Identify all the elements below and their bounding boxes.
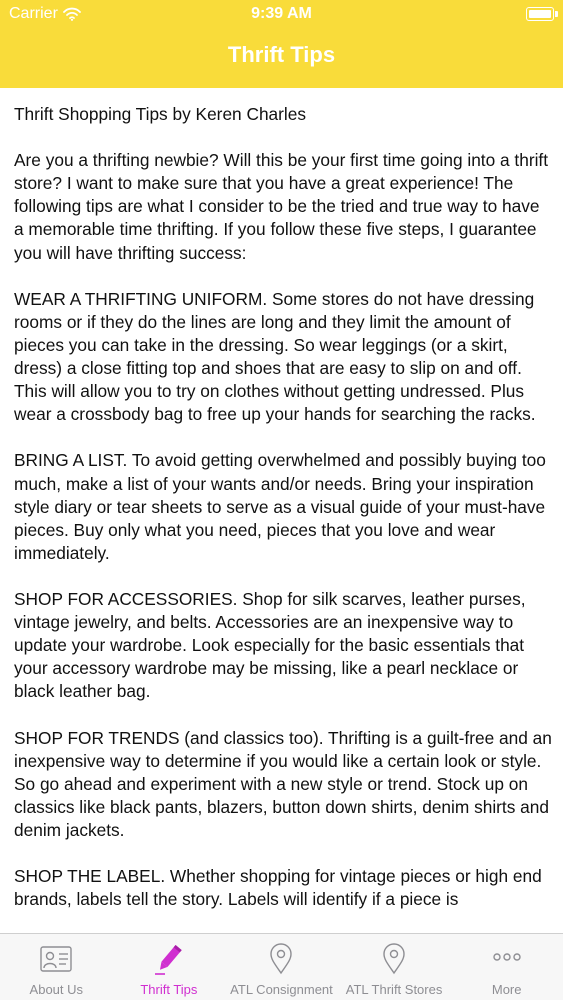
tab-atl-consignment[interactable]: ATL Consignment: [225, 934, 338, 1000]
tips-text-view[interactable]: Thrift Shopping Tips by Keren Charles Ar…: [14, 103, 552, 933]
page-title: Thrift Tips: [227, 42, 336, 67]
more-dots-icon: [492, 953, 521, 961]
map-pin-icon: [270, 943, 293, 975]
article-title: Thrift Shopping Tips by Keren Charles: [14, 104, 307, 124]
tip-paragraph-uniform: WEAR A THRIFTING UNIFORM. Some stores do…: [14, 288, 536, 425]
status-time: 9:39 AM: [251, 5, 312, 22]
tab-thrift-tips[interactable]: Thrift Tips: [113, 934, 226, 1000]
tip-paragraph-list: BRING A LIST. To avoid getting overwhelm…: [14, 450, 546, 563]
battery-icon: [526, 7, 558, 21]
pencil-icon: [154, 944, 182, 975]
tip-paragraph-label: SHOP THE LABEL. Whether shopping for vin…: [14, 866, 542, 910]
tab-more[interactable]: More: [450, 934, 563, 1000]
tab-label-more: More: [491, 982, 522, 997]
status-bar: Carrier 9:39 AM: [0, 0, 563, 30]
tip-paragraph-accessories: SHOP FOR ACCESSORIES. Shop for silk scar…: [14, 588, 526, 702]
tab-bar: About Us Thrift Tips ATL Consignment ATL…: [0, 933, 563, 1000]
navigation-header: Carrier 9:39 AM Thrift Tips: [0, 0, 563, 88]
tab-about-us[interactable]: About Us: [0, 934, 113, 1000]
tip-paragraph-trends: SHOP FOR TRENDS (and classics too). Thri…: [14, 727, 552, 840]
map-pin-icon: [383, 943, 405, 975]
intro-paragraph: Are you a thrifting newbie? Will this be…: [14, 150, 549, 263]
tab-atl-thrift-stores[interactable]: ATL Thrift Stores: [338, 934, 451, 1000]
contact-card-icon: [40, 946, 72, 972]
